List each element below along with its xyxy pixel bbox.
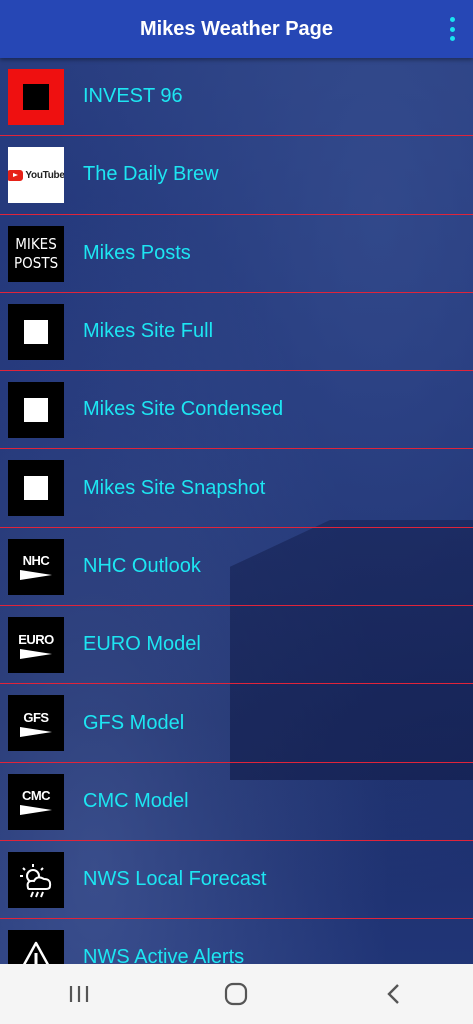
- list-item-label: GFS Model: [83, 711, 185, 734]
- list-item-label: INVEST 96: [83, 85, 183, 108]
- weather-cloud-icon: [8, 851, 64, 908]
- list-item-site-full[interactable]: Mikes Site Full: [0, 293, 473, 372]
- link-list: INVEST 96 YouTube The Daily Brew MIKES P…: [0, 58, 473, 964]
- youtube-icon: YouTube: [8, 147, 64, 204]
- square-icon: [8, 382, 64, 439]
- more-vert-icon[interactable]: [447, 17, 457, 41]
- list-item-gfs-model[interactable]: GFS GFS Model: [0, 684, 473, 763]
- recent-apps-icon[interactable]: [49, 974, 109, 1014]
- list-item-invest-96[interactable]: INVEST 96: [0, 58, 473, 137]
- list-item-label: Mikes Site Snapshot: [83, 476, 266, 499]
- system-navbar: [0, 964, 473, 1024]
- invest-icon: [8, 69, 64, 125]
- square-icon: [8, 460, 64, 517]
- list-item-nws-local-forecast[interactable]: NWS Local Forecast: [0, 841, 473, 920]
- cmc-logo-icon: CMC: [8, 773, 64, 830]
- list-item-label: Mikes Site Full: [83, 320, 214, 343]
- nhc-logo-icon: NHC: [8, 538, 64, 595]
- square-icon: [8, 303, 64, 360]
- list-item-label: NWS Active Alerts: [83, 946, 245, 964]
- list-item-daily-brew[interactable]: YouTube The Daily Brew: [0, 136, 473, 215]
- back-icon[interactable]: [364, 974, 424, 1014]
- list-item-label: Mikes Site Condensed: [83, 398, 284, 421]
- warning-icon: [8, 930, 64, 964]
- list-item-site-snapshot[interactable]: Mikes Site Snapshot: [0, 449, 473, 528]
- page-title: Mikes Weather Page: [139, 17, 334, 40]
- list-item-euro-model[interactable]: EURO EURO Model: [0, 606, 473, 685]
- list-item-label: CMC Model: [83, 789, 189, 812]
- home-icon[interactable]: [206, 974, 266, 1014]
- list-item-nhc-outlook[interactable]: NHC NHC Outlook: [0, 528, 473, 607]
- list-item-cmc-model[interactable]: CMC CMC Model: [0, 763, 473, 841]
- gfs-logo-icon: GFS: [8, 695, 64, 752]
- list-item-site-condensed[interactable]: Mikes Site Condensed: [0, 371, 473, 450]
- mikes-posts-icon: MIKES POSTS: [8, 225, 64, 282]
- list-item-label: EURO Model: [83, 633, 201, 656]
- app-header: Mikes Weather Page: [0, 0, 473, 58]
- list-item-label: NWS Local Forecast: [83, 868, 267, 891]
- list-item-mikes-posts[interactable]: MIKES POSTS Mikes Posts: [0, 215, 473, 293]
- list-item-label: NHC Outlook: [83, 554, 201, 577]
- list-item-nws-active-alerts[interactable]: NWS Active Alerts: [0, 919, 473, 964]
- list-item-label: Mikes Posts: [83, 241, 191, 264]
- euro-logo-icon: EURO: [8, 617, 64, 674]
- list-item-label: The Daily Brew: [83, 163, 219, 186]
